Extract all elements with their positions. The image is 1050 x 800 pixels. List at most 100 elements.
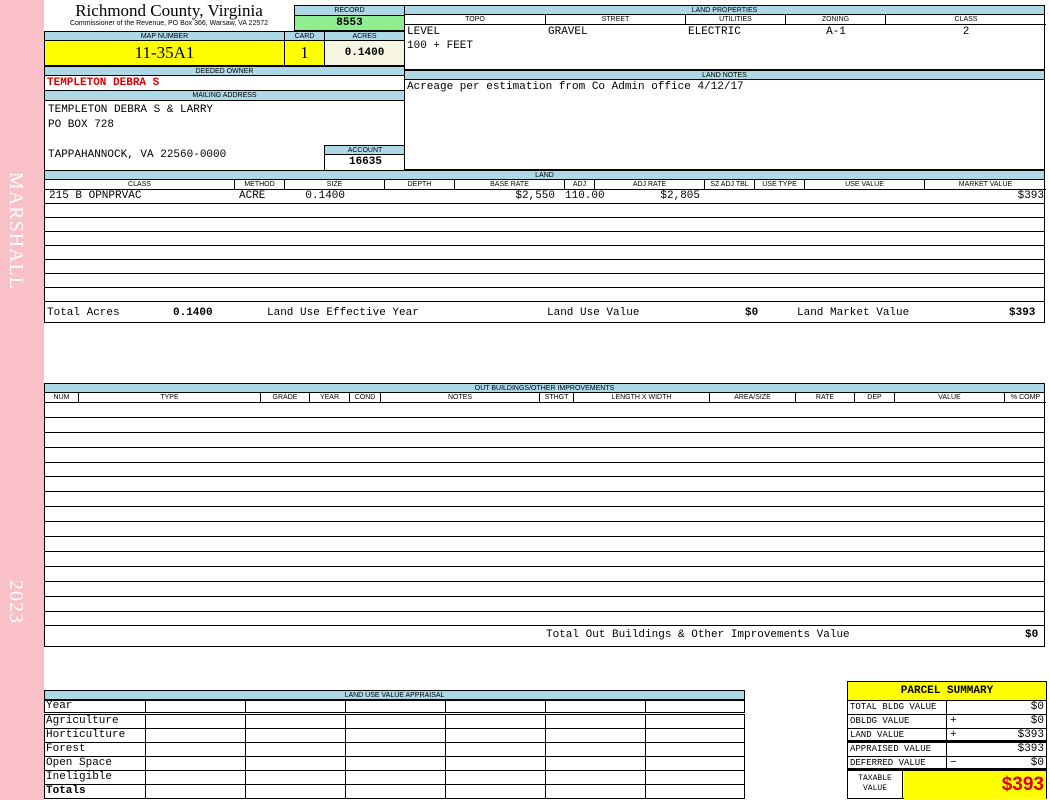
deeded-owner-name: TEMPLETON DEBRA S xyxy=(44,76,405,91)
land-row xyxy=(45,260,1044,274)
land-use-divider xyxy=(245,715,246,728)
outbuilding-col-header: COND xyxy=(350,393,381,403)
land-notes-label: LAND NOTES xyxy=(404,70,1045,80)
land-use-divider xyxy=(245,743,246,756)
land-use-divider xyxy=(645,743,646,756)
land-row xyxy=(45,204,1044,218)
header: Richmond County, Virginia Commissioner o… xyxy=(44,2,294,28)
outbuildings-total-value: $0 xyxy=(1025,629,1039,641)
outbuilding-row xyxy=(45,582,1044,597)
address-line-2: PO BOX 728 xyxy=(48,119,115,131)
card-value: 1 xyxy=(284,40,325,66)
account-label: ACCOUNT xyxy=(324,145,406,155)
land-use-divider xyxy=(145,771,146,784)
land-col-header: METHOD xyxy=(235,180,285,190)
summary-value: $0 xyxy=(1030,757,1044,769)
land-use-row: Totals xyxy=(44,784,745,799)
land-cell: $393 xyxy=(1017,190,1044,202)
land-total-acres: 0.1400 xyxy=(173,307,213,319)
parcel-summary-title: PARCEL SUMMARY xyxy=(848,682,1046,701)
acres-value: 0.1400 xyxy=(324,40,405,66)
record-label: RECORD xyxy=(294,5,405,16)
land-use-divider xyxy=(645,757,646,770)
summary-operator: − xyxy=(950,757,957,769)
land-use-divider xyxy=(445,771,446,784)
land-prop-col-utilities: UTILITIES xyxy=(686,15,786,25)
outbuildings-label: OUT BUILDINGS/OTHER IMPROVEMENTS xyxy=(44,383,1045,393)
land-use-row-label: Horticulture xyxy=(46,729,126,741)
land-row xyxy=(45,288,1044,302)
land-total-use-value-label: Land Use Value xyxy=(547,307,640,319)
land-use-divider xyxy=(445,701,446,712)
outbuilding-col-header: VALUE xyxy=(895,393,1005,403)
land-use-divider xyxy=(145,715,146,728)
outbuilding-row xyxy=(45,448,1044,463)
outbuilding-col-header: % COMP xyxy=(1005,393,1046,403)
land-col-header: MARKET VALUE xyxy=(925,180,1046,190)
parcel-summary: PARCEL SUMMARY TOTAL BLDG VALUE $0 OBLDG V… xyxy=(847,681,1047,799)
outbuildings-total-label: Total Out Buildings & Other Improvements… xyxy=(546,629,850,641)
taxable-value: $393 xyxy=(904,771,1046,799)
outbuilding-col-header: AREA/SIZE xyxy=(710,393,796,403)
land-use-divider xyxy=(645,701,646,712)
summary-label: OBLDG VALUE xyxy=(848,715,947,728)
land-use-divider xyxy=(445,729,446,742)
summary-row: DEFERRED VALUE − $0 xyxy=(848,757,1046,771)
land-col-header: USE VALUE xyxy=(805,180,925,190)
outbuilding-row xyxy=(45,418,1044,433)
summary-label: APPRAISED VALUE xyxy=(848,743,947,756)
land-use-section: LAND USE VALUE APPRAISAL Year Agriculture… xyxy=(44,690,745,799)
summary-row: LAND VALUE + $393 xyxy=(848,729,1046,743)
account-value: 16635 xyxy=(324,155,406,170)
land-use-row: Year xyxy=(44,700,745,713)
land-cell: 215 B OPNPRVAC xyxy=(49,190,142,202)
summary-operator: + xyxy=(950,729,957,741)
land-use-divider xyxy=(145,785,146,798)
land-row: 215 B OPNPRVAC ACRE 0.1400 $2,550 110.00 $2,8… xyxy=(45,190,1044,204)
land-col-header: ADJ RATE xyxy=(595,180,705,190)
land-use-divider xyxy=(345,785,346,798)
land-use-divider xyxy=(545,715,546,728)
land-col-header: DEPTH xyxy=(385,180,455,190)
land-total-eff-year-label: Land Use Effective Year xyxy=(267,307,419,319)
outbuildings-section: OUT BUILDINGS/OTHER IMPROVEMENTS NUM TYPE… xyxy=(44,383,1046,647)
land-use-divider xyxy=(345,771,346,784)
land-use-row-label: Totals xyxy=(46,785,86,797)
land-properties: LAND PROPERTIES TOPO LEVEL STREET GRAVEL UTI… xyxy=(404,5,1046,70)
outbuilding-col-header: DEP xyxy=(855,393,895,403)
summary-label: DEFERRED VALUE xyxy=(848,757,947,768)
land-use-divider xyxy=(445,757,446,770)
land-use-row-label: Agriculture xyxy=(46,715,119,727)
land-use-divider xyxy=(645,715,646,728)
land-use-divider xyxy=(545,701,546,712)
land-col-header: USE TYPE xyxy=(755,180,805,190)
land-use-row: Forest xyxy=(44,742,745,757)
land-use-row: Ineligible xyxy=(44,770,745,785)
summary-row: APPRAISED VALUE $393 xyxy=(848,743,1046,757)
land-total-market-label: Land Market Value xyxy=(797,307,910,319)
summary-value: $393 xyxy=(1017,743,1044,755)
land-row xyxy=(45,246,1044,260)
land-total-use-value: $0 xyxy=(745,307,759,319)
land-use-divider xyxy=(345,729,346,742)
land-prop-col-class: CLASS xyxy=(886,15,1046,25)
land-prop-value-zoning: A-1 xyxy=(826,26,846,38)
land-col-header: ADJ xyxy=(565,180,595,190)
land-use-divider xyxy=(645,729,646,742)
land-use-divider xyxy=(545,743,546,756)
land-row xyxy=(45,274,1044,288)
sidebar: MARSHALL 2023 xyxy=(0,0,44,800)
map-number-value: 11-35A1 xyxy=(44,40,285,66)
land-use-divider xyxy=(345,757,346,770)
outbuilding-row xyxy=(45,507,1044,523)
summary-value: $0 xyxy=(1030,701,1044,713)
land-use-divider xyxy=(645,785,646,798)
land-prop-topo-2: 100 + FEET xyxy=(407,40,474,52)
land-use-divider xyxy=(145,743,146,756)
land-use-divider xyxy=(145,729,146,742)
outbuilding-col-header: GRADE xyxy=(261,393,310,403)
summary-value: $393 xyxy=(1017,729,1044,741)
land-use-divider xyxy=(545,757,546,770)
land-use-row: Agriculture xyxy=(44,714,745,729)
land-notes: LAND NOTES Acreage per estimation from C… xyxy=(404,70,1045,170)
